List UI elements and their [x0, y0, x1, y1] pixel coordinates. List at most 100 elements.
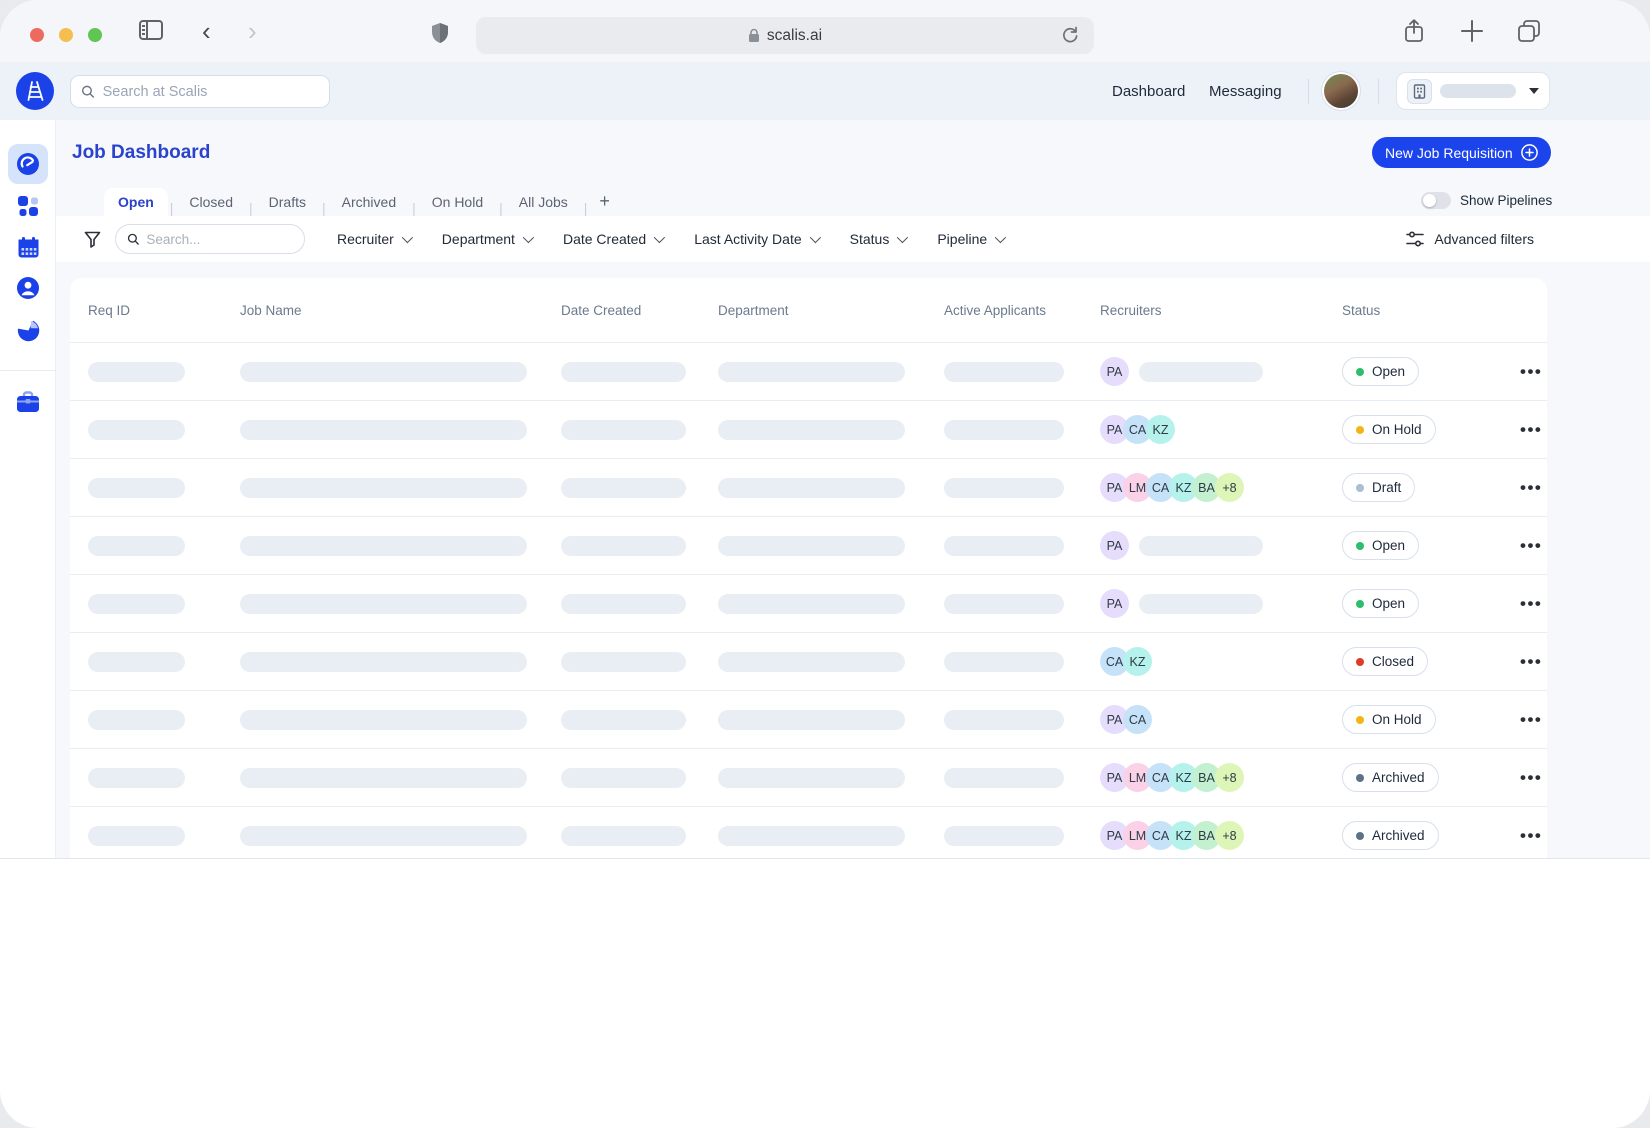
row-more-options-button[interactable]: •••: [1520, 768, 1547, 788]
table-row[interactable]: PALMCAKZBA+8Draft•••: [70, 458, 1547, 516]
row-more-options-button[interactable]: •••: [1520, 362, 1547, 382]
recruiter-avatar[interactable]: KZ: [1146, 415, 1175, 444]
refresh-icon[interactable]: [1060, 25, 1080, 45]
loading-skeleton: [944, 536, 1064, 556]
recruiters-cell: PA: [1100, 531, 1342, 560]
loading-skeleton: [240, 710, 527, 730]
filter-dropdown-recruiter[interactable]: Recruiter: [337, 231, 410, 247]
filter-dropdown-department[interactable]: Department: [442, 231, 531, 247]
row-more-options-button[interactable]: •••: [1520, 594, 1547, 614]
tab-archived[interactable]: Archived: [328, 188, 410, 216]
add-tab-button[interactable]: +: [589, 191, 620, 216]
tab-open[interactable]: Open: [104, 188, 168, 216]
recruiters-cell: PACA: [1100, 705, 1342, 734]
nav-messaging[interactable]: Messaging: [1209, 62, 1282, 120]
recruiter-avatar[interactable]: PA: [1100, 589, 1129, 618]
company-selector[interactable]: [1396, 72, 1550, 110]
status-dot: [1356, 832, 1364, 840]
table-row[interactable]: PACAOn Hold•••: [70, 690, 1547, 748]
user-avatar[interactable]: [1324, 74, 1358, 108]
address-bar[interactable]: scalis.ai: [476, 17, 1094, 54]
main-content: Job Dashboard New Job Requisition Open|C…: [56, 120, 1650, 858]
back-icon[interactable]: ‹: [202, 20, 211, 42]
sidebar-item-dashboard[interactable]: [8, 144, 48, 184]
new-job-requisition-button[interactable]: New Job Requisition: [1372, 137, 1551, 168]
loading-skeleton: [88, 652, 185, 672]
zoom-window-button[interactable]: [88, 28, 102, 42]
filter-dropdown-date-created[interactable]: Date Created: [563, 231, 662, 247]
column-header-recruiters: Recruiters: [1100, 303, 1342, 318]
sidebar-item-calendar[interactable]: [8, 227, 48, 267]
sidebar-item-jobs[interactable]: [8, 186, 48, 226]
row-more-options-button[interactable]: •••: [1520, 710, 1547, 730]
share-button[interactable]: [1402, 18, 1426, 44]
loading-skeleton: [88, 710, 185, 730]
tab-on-hold[interactable]: On Hold: [418, 188, 497, 216]
recruiters-cell: PA: [1100, 589, 1342, 618]
loading-skeleton: [240, 594, 527, 614]
loading-skeleton: [718, 478, 905, 498]
recruiter-avatar[interactable]: CA: [1123, 705, 1152, 734]
tab-separator: |: [320, 200, 328, 216]
forward-icon[interactable]: ›: [248, 20, 257, 42]
new-tab-button[interactable]: [1459, 18, 1485, 44]
table-row[interactable]: PALMCAKZBA+8Archived•••: [70, 806, 1547, 858]
chevron-down-icon: [402, 232, 413, 243]
filter-dropdown-pipeline[interactable]: Pipeline: [937, 231, 1003, 247]
table-row[interactable]: CAKZClosed•••: [70, 632, 1547, 690]
sidebar-item-candidates[interactable]: [8, 268, 48, 308]
recruiter-avatar[interactable]: +8: [1215, 473, 1244, 502]
loading-skeleton: [88, 826, 185, 846]
recruiter-avatar[interactable]: PA: [1100, 357, 1129, 386]
status-dot: [1356, 542, 1364, 550]
scalis-logo[interactable]: [16, 72, 54, 110]
loading-skeleton: [561, 420, 686, 440]
row-more-options-button[interactable]: •••: [1520, 420, 1547, 440]
show-tabs-button[interactable]: [1516, 18, 1542, 44]
table-search-input[interactable]: [146, 232, 293, 247]
tab-closed[interactable]: Closed: [175, 188, 247, 216]
recruiter-avatar[interactable]: +8: [1215, 821, 1244, 850]
recruiter-avatar[interactable]: +8: [1215, 763, 1244, 792]
filter-dropdown-status[interactable]: Status: [850, 231, 906, 247]
advanced-filters-button[interactable]: Advanced filters: [1406, 231, 1534, 247]
global-search-input[interactable]: [103, 84, 319, 100]
global-search[interactable]: [70, 75, 330, 108]
table-search[interactable]: [115, 224, 305, 254]
loading-skeleton: [88, 768, 185, 788]
table-row[interactable]: PALMCAKZBA+8Archived•••: [70, 748, 1547, 806]
filter-funnel-icon[interactable]: [84, 231, 101, 248]
recruiter-avatar[interactable]: KZ: [1123, 647, 1152, 676]
ladder-logo-icon: [25, 80, 45, 102]
tab-all-jobs[interactable]: All Jobs: [505, 188, 582, 216]
loading-skeleton: [561, 478, 686, 498]
sidebar-item-employers[interactable]: [8, 382, 48, 422]
plus-icon: [1459, 18, 1485, 44]
job-status-tabs: Open|Closed|Drafts|Archived|On Hold|All …: [104, 188, 620, 216]
browser-sidebar-icon[interactable]: [139, 20, 163, 40]
minimize-window-button[interactable]: [59, 28, 73, 42]
filter-dropdown-last-activity-date[interactable]: Last Activity Date: [694, 231, 817, 247]
column-header-req-id: Req ID: [88, 303, 240, 318]
nav-dashboard[interactable]: Dashboard: [1112, 62, 1185, 120]
recruiter-avatar[interactable]: PA: [1100, 531, 1129, 560]
row-more-options-button[interactable]: •••: [1520, 536, 1547, 556]
status-dot: [1356, 368, 1364, 376]
loading-skeleton: [561, 768, 686, 788]
show-pipelines-toggle[interactable]: [1421, 192, 1451, 209]
status-badge: On Hold: [1342, 415, 1436, 444]
tab-drafts[interactable]: Drafts: [255, 188, 320, 216]
table-row[interactable]: PAOpen•••: [70, 574, 1547, 632]
row-more-options-button[interactable]: •••: [1520, 826, 1547, 846]
shield-privacy-icon[interactable]: [430, 22, 450, 44]
row-more-options-button[interactable]: •••: [1520, 652, 1547, 672]
close-window-button[interactable]: [30, 28, 44, 42]
table-row[interactable]: PAOpen•••: [70, 516, 1547, 574]
loading-skeleton: [1139, 536, 1263, 556]
building-icon: [1407, 79, 1432, 104]
row-more-options-button[interactable]: •••: [1520, 478, 1547, 498]
table-row[interactable]: PAOpen•••: [70, 342, 1547, 400]
status-dot: [1356, 658, 1364, 666]
table-row[interactable]: PACAKZOn Hold•••: [70, 400, 1547, 458]
sidebar-item-reports[interactable]: [8, 310, 48, 350]
